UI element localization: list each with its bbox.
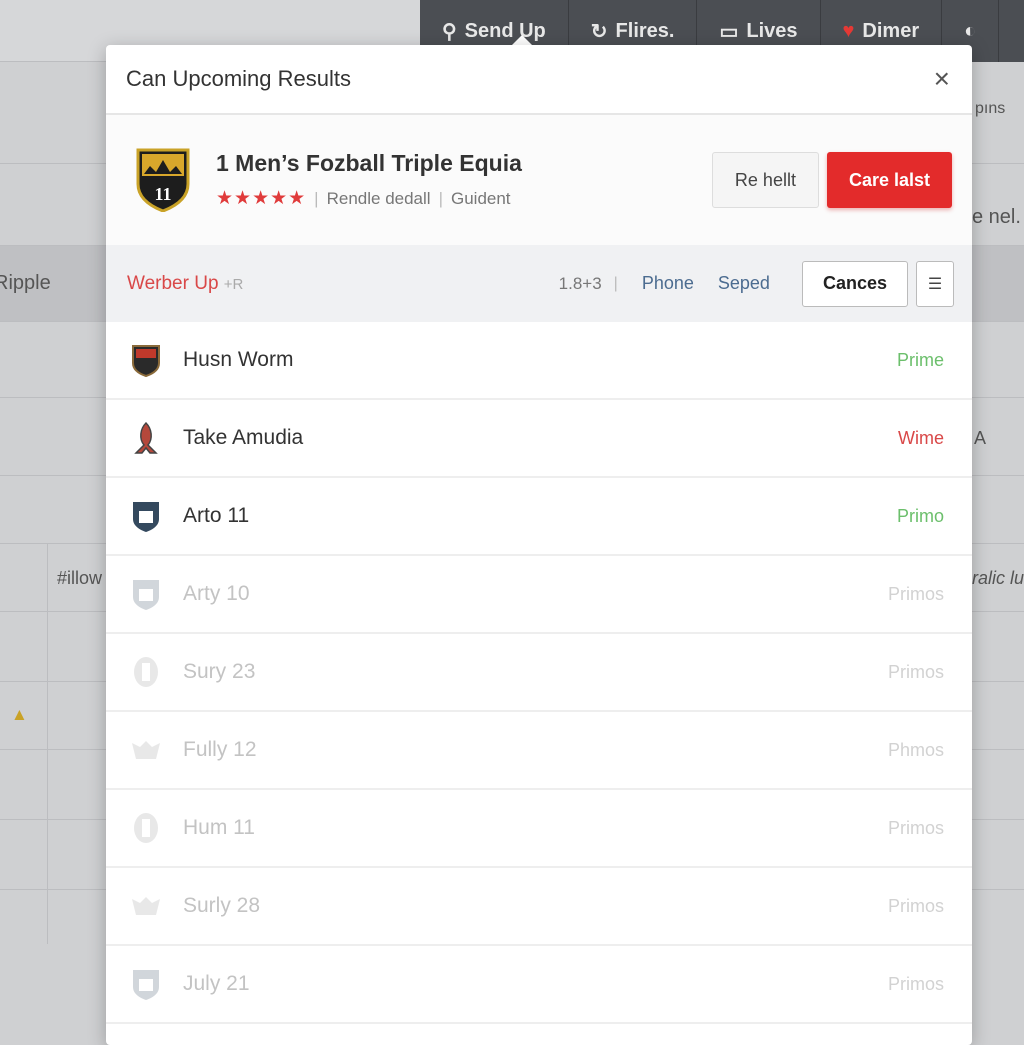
badge-icon <box>134 813 158 843</box>
list-item[interactable]: Arty 10 Primos <box>106 556 972 634</box>
list-item[interactable]: July 21 Primos <box>106 946 972 1024</box>
item-name: July 21 <box>183 972 250 995</box>
shield-icon <box>133 502 159 532</box>
item-status: Primos <box>887 817 944 838</box>
primary-button[interactable]: Care lalst <box>826 152 952 208</box>
circle-icon: ◐ <box>964 19 977 42</box>
list-item[interactable]: Arto 11 Primo <box>106 478 972 556</box>
filter-suffix: +R <box>223 275 244 293</box>
badge-icon <box>134 657 158 687</box>
item-name: Sury 23 <box>183 660 256 683</box>
list-item[interactable]: Hum 11 Primos <box>106 790 972 868</box>
list-item[interactable]: Fully 12 Phmos <box>106 712 972 790</box>
item-name: Fully 12 <box>183 738 257 761</box>
item-status: Primos <box>887 583 944 604</box>
modal-title: Can Upcoming Results <box>126 66 351 91</box>
event-meta[interactable]: Guident <box>451 189 511 209</box>
item-name: Take Amudia <box>183 426 304 449</box>
secondary-button[interactable]: Re hellt <box>711 152 819 208</box>
list-item[interactable]: Sury 23 Primos <box>106 634 972 712</box>
event-meta[interactable]: Rendle dedall <box>327 189 431 209</box>
phone-link[interactable]: Phone <box>642 273 694 294</box>
filter-label[interactable]: Werber Up <box>127 273 219 294</box>
filter-bar: Werber Up +R 1.8+3 | Phone Seped Cances ☰ <box>106 245 972 322</box>
bg-text: ralic lu <box>972 568 1024 588</box>
item-name: Surly 28 <box>183 894 261 917</box>
crest-icon: 11 <box>136 148 190 212</box>
cancel-button[interactable]: Cances <box>801 260 908 307</box>
item-status: Prime <box>896 349 944 370</box>
results-list: Husn Worm Prime Take Amudia Wime Arto 11… <box>106 322 972 1024</box>
bg-text: #illow <box>57 568 103 588</box>
modal-header: Can Upcoming Results × <box>106 45 972 115</box>
crest-icon <box>132 345 160 377</box>
results-modal: Can Upcoming Results × 11 1 Men’s Fozbal… <box>106 45 972 1045</box>
ribbon-icon <box>134 421 158 454</box>
item-name: Arto 11 <box>183 504 250 527</box>
wings-icon <box>132 741 160 759</box>
list-item[interactable]: Take Amudia Wime <box>106 400 972 478</box>
shield-icon <box>133 970 159 1000</box>
wings-icon <box>132 897 160 915</box>
monitor-icon: ▭ <box>719 20 739 43</box>
warning-icon: ▲ <box>11 705 28 724</box>
event-title: 1 Men’s Fozball Triple Equia <box>216 150 522 176</box>
item-status: Primos <box>887 895 944 916</box>
list-item[interactable]: Husn Worm Prime <box>106 322 972 400</box>
pin-icon: ⚲ <box>442 20 457 43</box>
close-icon[interactable]: × <box>934 63 950 95</box>
item-status: Wime <box>898 427 944 448</box>
event-card: 11 1 Men’s Fozball Triple Equia ★★★★★ | … <box>106 115 972 245</box>
item-status: Phmos <box>887 739 944 760</box>
item-name: Arty 10 <box>183 582 250 605</box>
item-status: Primos <box>887 661 944 682</box>
bg-text: e nel. <box>972 206 1021 228</box>
seped-link[interactable]: Seped <box>718 273 770 294</box>
item-name: Husn Worm <box>183 348 294 371</box>
item-status: Primos <box>887 973 944 994</box>
nav-tab-label: Flires. <box>615 19 675 42</box>
bg-text: pıns <box>975 100 1006 117</box>
heart-icon: ♥ <box>842 19 855 42</box>
bg-text: A <box>974 428 987 448</box>
filter-icon[interactable]: ☰ <box>916 260 954 307</box>
list-item[interactable]: Surly 28 Primos <box>106 868 972 946</box>
svg-text:11: 11 <box>154 184 171 204</box>
shield-icon <box>133 580 159 610</box>
refresh-icon: ↻ <box>590 20 608 43</box>
nav-tab-label: Lives <box>746 19 798 42</box>
item-status: Primo <box>896 505 944 526</box>
bg-text: Ripple <box>0 272 51 294</box>
result-count: 1.8+3 <box>558 273 602 293</box>
star-rating: ★★★★★ <box>216 188 307 209</box>
item-name: Hum 11 <box>183 816 255 839</box>
nav-tab-label: Dimer <box>862 19 920 42</box>
